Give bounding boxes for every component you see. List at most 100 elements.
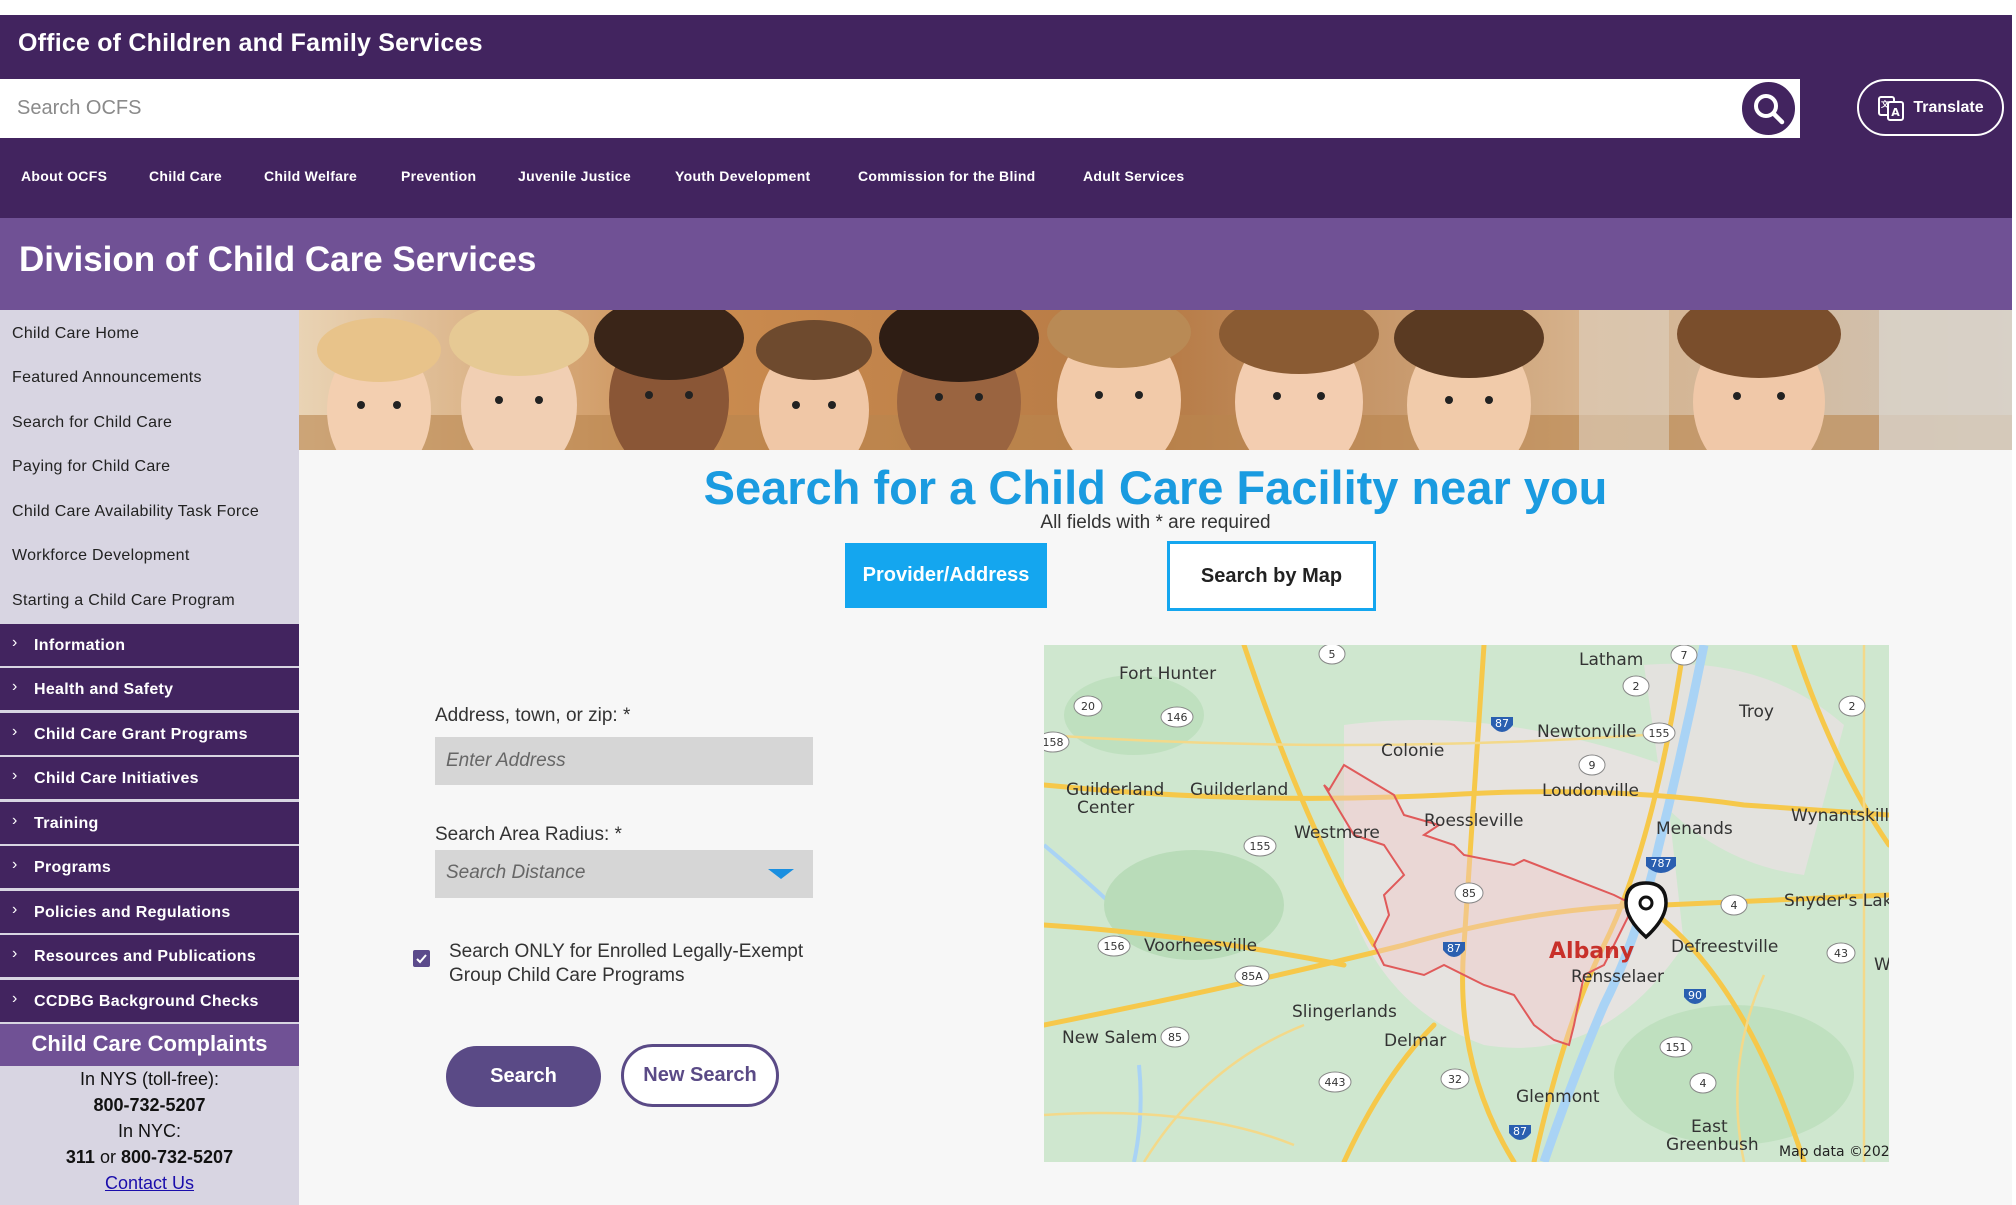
nav-child-welfare[interactable]: Child Welfare bbox=[264, 168, 357, 184]
route-shield: 2 bbox=[1849, 700, 1856, 713]
tab-search-by-map[interactable]: Search by Map bbox=[1167, 541, 1376, 611]
sidebar-link-starting-a-program[interactable]: Starting a Child Care Program bbox=[12, 592, 235, 610]
map-label: Guilderland bbox=[1190, 780, 1288, 800]
children-photo bbox=[299, 310, 2012, 450]
search-button[interactable]: Search bbox=[446, 1046, 601, 1107]
map-label: Colonie bbox=[1381, 741, 1444, 761]
sidebar-link-paying-for-child-care[interactable]: Paying for Child Care bbox=[12, 458, 170, 476]
route-shield: 5 bbox=[1329, 648, 1336, 661]
map-label: Roessleville bbox=[1424, 811, 1524, 831]
sidebar-item-programs[interactable]: › Programs bbox=[0, 846, 299, 890]
map-label: Wynantskill bbox=[1791, 806, 1889, 826]
legally-exempt-checkbox[interactable] bbox=[413, 950, 430, 967]
chevron-right-icon: › bbox=[12, 990, 18, 1007]
sidebar-item-label: Health and Safety bbox=[34, 681, 174, 698]
route-shield: 4 bbox=[1700, 1077, 1707, 1090]
translate-button[interactable]: A 文 Translate bbox=[1857, 79, 2004, 136]
caret-down-icon bbox=[768, 869, 794, 879]
chevron-right-icon: › bbox=[12, 901, 18, 918]
site-search-input[interactable] bbox=[0, 79, 1800, 138]
sidebar-link-availability-task-force[interactable]: Child Care Availability Task Force bbox=[12, 503, 259, 521]
page-title: Search for a Child Care Facility near yo… bbox=[703, 461, 1608, 514]
new-search-button[interactable]: New Search bbox=[621, 1044, 779, 1107]
chevron-right-icon: › bbox=[12, 856, 18, 873]
route-shield: 87 bbox=[1495, 717, 1509, 730]
map-label: Defreestville bbox=[1671, 937, 1778, 957]
sidebar-item-label: Programs bbox=[34, 859, 112, 876]
route-shield: 87 bbox=[1513, 1125, 1527, 1138]
map-label: Snyder's Lak bbox=[1784, 891, 1889, 911]
tab-provider-address[interactable]: Provider/Address bbox=[845, 543, 1047, 608]
map-label: Greenbush bbox=[1666, 1135, 1759, 1155]
map-label: Slingerlands bbox=[1292, 1002, 1397, 1022]
route-shield: 7 bbox=[1681, 649, 1688, 662]
sidebar-item-ccdbg[interactable]: › CCDBG Background Checks bbox=[0, 980, 299, 1024]
route-shield: 158 bbox=[1044, 736, 1064, 749]
map-label: East bbox=[1691, 1117, 1728, 1137]
legally-exempt-label[interactable]: Search ONLY for Enrolled Legally-Exempt … bbox=[449, 940, 849, 988]
complaints-nyc-phone: 800-732-5207 bbox=[120, 1147, 234, 1167]
sidebar-item-label: Training bbox=[34, 815, 99, 832]
complaints-heading: Child Care Complaints bbox=[0, 1024, 299, 1066]
division-banner: Division of Child Care Services bbox=[0, 218, 2012, 310]
route-shield: 155 bbox=[1649, 727, 1670, 740]
main-content: Search for a Child Care Facility near yo… bbox=[299, 450, 2012, 1205]
sidebar-item-grant-programs[interactable]: › Child Care Grant Programs bbox=[0, 713, 299, 757]
division-title: Division of Child Care Services bbox=[19, 240, 537, 279]
sidebar-link-workforce-development[interactable]: Workforce Development bbox=[12, 547, 190, 565]
sidebar-item-training[interactable]: › Training bbox=[0, 802, 299, 846]
nav-about-ocfs[interactable]: About OCFS bbox=[21, 168, 107, 184]
sidebar-item-policies[interactable]: › Policies and Regulations bbox=[0, 891, 299, 935]
complaints-nys-label: In NYS (toll-free): bbox=[79, 1069, 220, 1089]
route-shield: 85 bbox=[1462, 887, 1476, 900]
map-view[interactable]: Fort Hunter Latham Troy Colonie Newtonvi… bbox=[1044, 645, 1889, 1162]
map-attribution: Map data ©202 bbox=[1779, 1144, 1889, 1160]
route-shield: 87 bbox=[1447, 942, 1461, 955]
sidebar-link-featured-announcements[interactable]: Featured Announcements bbox=[12, 369, 202, 387]
contact-us-link[interactable]: Contact Us bbox=[105, 1173, 194, 1193]
nav-prevention[interactable]: Prevention bbox=[401, 168, 476, 184]
map-label: Loudonville bbox=[1542, 781, 1639, 801]
chevron-right-icon: › bbox=[12, 723, 18, 740]
nav-youth-development[interactable]: Youth Development bbox=[675, 168, 811, 184]
address-input[interactable] bbox=[435, 737, 813, 785]
sidebar-item-resources[interactable]: › Resources and Publications bbox=[0, 935, 299, 979]
map-label: Delmar bbox=[1384, 1031, 1446, 1051]
map-label: Voorheesville bbox=[1144, 936, 1257, 956]
sidebar-item-information[interactable]: › Information bbox=[0, 624, 299, 668]
map-label: Glenmont bbox=[1516, 1087, 1600, 1107]
sidebar-item-label: Policies and Regulations bbox=[34, 904, 231, 921]
svg-text:A: A bbox=[1892, 106, 1901, 119]
nav-commission-for-the-blind[interactable]: Commission for the Blind bbox=[858, 168, 1036, 184]
route-shield: 4 bbox=[1731, 899, 1738, 912]
nav-child-care[interactable]: Child Care bbox=[149, 168, 222, 184]
radius-select[interactable]: Search Distance bbox=[435, 850, 813, 898]
route-shield: 156 bbox=[1104, 940, 1125, 953]
top-strip bbox=[0, 0, 2016, 15]
site-brand[interactable]: Office of Children and Family Services bbox=[18, 29, 483, 58]
nav-juvenile-justice[interactable]: Juvenile Justice bbox=[518, 168, 631, 184]
required-note: All fields with * are required bbox=[1040, 512, 1271, 533]
chevron-right-icon: › bbox=[12, 812, 18, 829]
route-shield: 787 bbox=[1651, 857, 1672, 870]
map-label: Westmere bbox=[1294, 823, 1380, 843]
site-search-button[interactable] bbox=[1740, 80, 1797, 137]
chevron-right-icon: › bbox=[12, 634, 18, 651]
sidebar-item-initiatives[interactable]: › Child Care Initiatives bbox=[0, 757, 299, 801]
sidebar-link-child-care-home[interactable]: Child Care Home bbox=[12, 325, 139, 343]
map-label: Latham bbox=[1579, 650, 1643, 670]
sidebar-link-search-for-child-care[interactable]: Search for Child Care bbox=[12, 414, 172, 432]
route-shield: 155 bbox=[1250, 840, 1271, 853]
sidebar-item-label: CCDBG Background Checks bbox=[34, 993, 259, 1010]
complaints-nyc-label: In NYC: bbox=[117, 1121, 182, 1141]
right-edge bbox=[2012, 0, 2016, 1205]
sidebar-item-health-and-safety[interactable]: › Health and Safety bbox=[0, 668, 299, 712]
map-label: Guilderland bbox=[1066, 780, 1164, 800]
route-shield: 32 bbox=[1448, 1073, 1462, 1086]
chevron-right-icon: › bbox=[12, 767, 18, 784]
route-shield: 9 bbox=[1589, 759, 1596, 772]
translate-icon: A 文 bbox=[1878, 95, 1905, 121]
route-shield: 85 bbox=[1168, 1031, 1182, 1044]
complaints-or: or bbox=[99, 1147, 116, 1167]
nav-adult-services[interactable]: Adult Services bbox=[1083, 168, 1184, 184]
